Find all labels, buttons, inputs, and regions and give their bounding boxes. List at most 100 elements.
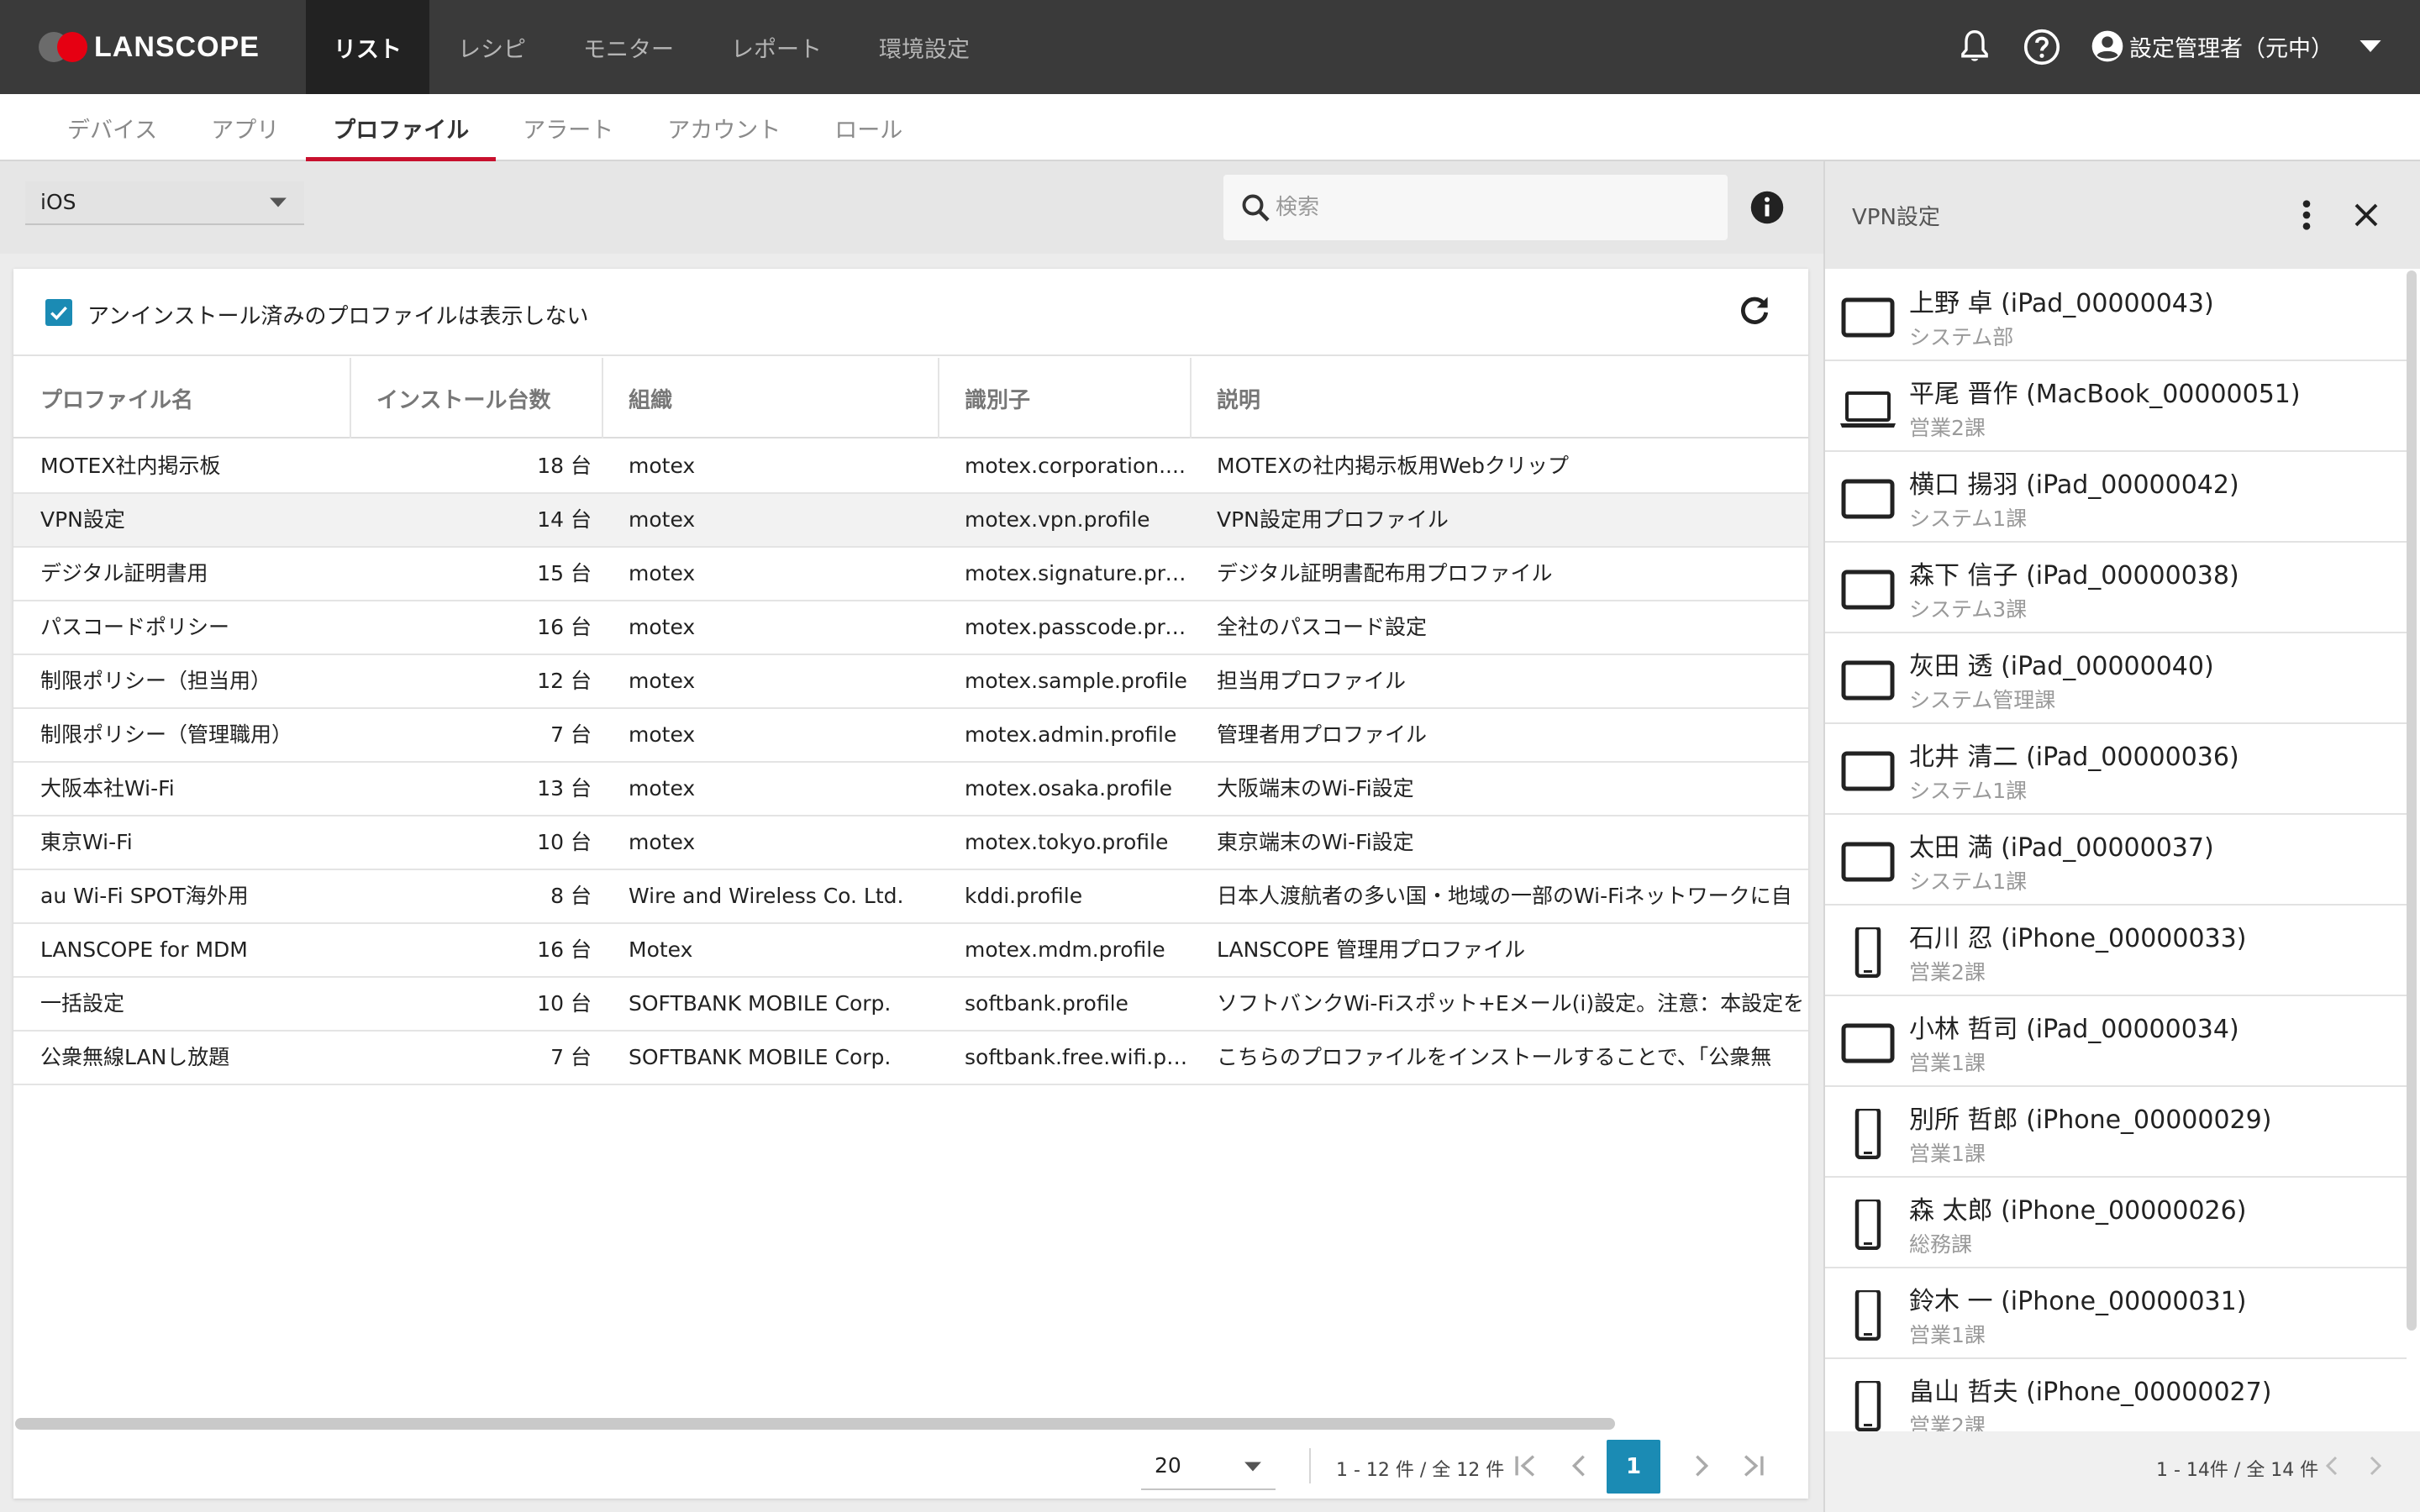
tablet-icon — [1839, 292, 1897, 343]
table-row[interactable]: VPN設定 14 台 motex motex.vpn.profile VPN設定用プロフ… — [13, 494, 1808, 548]
lanscope-logo[interactable]: LANSCOPE — [39, 29, 260, 66]
sub-nav-tab[interactable]: アラート — [496, 94, 640, 161]
device-department: 営業2課 — [1909, 416, 1986, 440]
cell-organization: SOFTBANK MOBILE Corp. — [629, 991, 892, 1016]
cell-identifier: motex.sample.profile — [965, 669, 1187, 693]
device-list-item[interactable]: 横口 揚羽 (iPad_00000042) システム1課 — [1825, 452, 2407, 543]
account-circle-icon — [2091, 30, 2123, 62]
device-list-item[interactable]: 別所 哲郎 (iPhone_00000029) 営業1課 — [1825, 1087, 2407, 1178]
refresh-icon[interactable] — [1736, 292, 1773, 329]
column-header-profile-name[interactable]: プロファイル名 — [13, 358, 193, 438]
hide-uninstalled-checkbox[interactable] — [45, 299, 72, 326]
device-department: システム1課 — [1909, 869, 2028, 894]
smartphone-icon — [1839, 1197, 1897, 1251]
help-icon[interactable] — [2023, 29, 2060, 66]
sub-nav-tab[interactable]: アプリ — [184, 94, 306, 161]
user-menu[interactable]: 設定管理者（元中） — [2091, 25, 2382, 67]
cell-organization: motex — [629, 722, 696, 747]
table-row[interactable]: 公衆無線LANし放題 7 台 SOFTBANK MOBILE Corp. softba… — [13, 1032, 1808, 1085]
device-name: 横口 揚羽 (iPad_00000042) — [1909, 470, 2239, 500]
top-nav-item[interactable]: レポート — [702, 0, 850, 94]
device-list-item[interactable]: 北井 清二 (iPad_00000036) システム1課 — [1825, 724, 2407, 815]
hide-uninstalled-label: アンインストール済みのプロファイルは表示しない — [87, 304, 589, 329]
table-body: MOTEX社内掲示板 18 台 motex motex.corporation....… — [13, 440, 1808, 1085]
more-vert-icon[interactable] — [2301, 198, 2312, 232]
current-page-button[interactable]: 1 — [1607, 1440, 1660, 1494]
sub-nav: デバイス アプリ プロファイル アラート アカウント ロール — [0, 94, 2420, 161]
pager-range-text: 1 - 12 件 / 全 12 件 — [1336, 1460, 1505, 1481]
table-row[interactable]: 制限ポリシー（担当用） 12 台 motex motex.sample.profile… — [13, 655, 1808, 709]
profile-list-card: アンインストール済みのプロファイルは表示しない プロファイル名 インストール台数… — [13, 269, 1808, 1499]
device-list-item[interactable]: 鈴木 一 (iPhone_00000031) 営業1課 — [1825, 1268, 2407, 1359]
smartphone-icon — [1839, 925, 1897, 979]
sub-nav-tab[interactable]: プロファイル — [306, 94, 497, 161]
cell-organization: motex — [629, 507, 696, 532]
device-list-item[interactable]: 灰田 透 (iPad_00000040) システム管理課 — [1825, 633, 2407, 724]
smartphone-icon — [1839, 1106, 1897, 1160]
cell-identifier: motex.corporation.... — [965, 454, 1186, 478]
chevron-down-icon[interactable] — [2359, 38, 2382, 55]
column-header-identifier[interactable]: 識別子 — [938, 358, 1030, 438]
per-page-select[interactable]: 20 — [1141, 1441, 1276, 1490]
device-list-item[interactable]: 石川 忍 (iPhone_00000033) 営業2課 — [1825, 906, 2407, 996]
first-page-icon[interactable] — [1511, 1452, 1539, 1480]
cell-profile-name: デジタル証明書用 — [40, 561, 208, 585]
cell-identifier: motex.admin.profile — [965, 722, 1177, 747]
cell-install-count: 12 台 — [537, 669, 592, 693]
cell-organization: motex — [629, 830, 696, 854]
table-row[interactable]: デジタル証明書用 15 台 motex motex.signature.pro... デ… — [13, 548, 1808, 601]
notification-bell-icon[interactable] — [1958, 29, 1991, 66]
column-header-description[interactable]: 説明 — [1190, 358, 1260, 438]
close-icon[interactable] — [2351, 200, 2381, 230]
horizontal-scrollbar[interactable] — [15, 1418, 1615, 1430]
sub-nav-tab[interactable]: ロール — [808, 94, 929, 161]
device-name: 小林 哲司 (iPad_00000034) — [1909, 1015, 2239, 1044]
device-list-item[interactable]: 上野 卓 (iPad_00000043) システム部 — [1825, 270, 2407, 361]
cell-install-count: 7 台 — [550, 1045, 592, 1069]
top-nav-item[interactable]: レシピ — [429, 0, 555, 94]
previous-page-icon[interactable] — [1565, 1452, 1593, 1480]
cell-identifier: motex.tokyo.profile — [965, 830, 1169, 854]
os-select[interactable]: iOS — [25, 181, 304, 225]
top-nav-item[interactable]: 環境設定 — [850, 0, 998, 94]
search-input[interactable] — [1276, 190, 1712, 225]
table-row[interactable]: 一括設定 10 台 SOFTBANK MOBILE Corp. softbank.pr… — [13, 978, 1808, 1032]
device-list-item[interactable]: 小林 哲司 (iPad_00000034) 営業1課 — [1825, 996, 2407, 1087]
sub-nav-tab[interactable]: アカウント — [640, 94, 808, 161]
panel-header: VPN設定 — [1825, 161, 2420, 269]
next-page-icon[interactable] — [1687, 1452, 1716, 1480]
cell-description: ソフトバンクWi-Fiスポット+Eメール(i)設定。注意：本設定を — [1217, 991, 1805, 1016]
table-row[interactable]: au Wi-Fi SPOT海外用 8 台 Wire and Wireless Co.… — [13, 870, 1808, 924]
device-list-item[interactable]: 森下 信子 (iPad_00000038) システム3課 — [1825, 543, 2407, 633]
device-name: 石川 忍 (iPhone_00000033) — [1909, 924, 2247, 953]
next-page-icon[interactable] — [2363, 1453, 2388, 1478]
device-list-item[interactable]: 太田 満 (iPad_00000037) システム1課 — [1825, 815, 2407, 906]
table-row[interactable]: 制限ポリシー（管理職用） 7 台 motex motex.admin.profile 管… — [13, 709, 1808, 763]
table-row[interactable]: 大阪本社Wi-Fi 13 台 motex motex.osaka.profile 大阪端… — [13, 763, 1808, 816]
panel-footer: 1 - 14件 / 全 14 件 — [1825, 1431, 2420, 1512]
table-row[interactable]: 東京Wi-Fi 10 台 motex motex.tokyo.profile 東京端末の… — [13, 816, 1808, 870]
cell-identifier: motex.mdm.profile — [965, 937, 1165, 962]
previous-page-icon[interactable] — [2319, 1453, 2344, 1478]
top-nav-item[interactable]: モニター — [555, 0, 702, 94]
device-list-item[interactable]: 森 太郎 (iPhone_00000026) 総務課 — [1825, 1178, 2407, 1268]
cell-organization: motex — [629, 615, 696, 639]
vertical-scrollbar[interactable] — [2407, 270, 2417, 1331]
last-page-icon[interactable] — [1739, 1452, 1768, 1480]
device-department: 総務課 — [1909, 1232, 1973, 1257]
device-name: 平尾 晋作 (MacBook_00000051) — [1909, 380, 2301, 409]
tablet-icon — [1839, 655, 1897, 706]
info-icon[interactable] — [1749, 190, 1785, 225]
sub-nav-tab[interactable]: デバイス — [40, 94, 184, 161]
table-row[interactable]: パスコードポリシー 16 台 motex motex.passcode.pro... 全… — [13, 601, 1808, 655]
cell-install-count: 14 台 — [537, 507, 592, 532]
cell-profile-name: LANSCOPE for MDM — [40, 937, 248, 962]
top-nav-item[interactable]: リスト — [306, 0, 429, 94]
table-row[interactable]: MOTEX社内掲示板 18 台 motex motex.corporation....… — [13, 440, 1808, 494]
cell-organization: Wire and Wireless Co. Ltd. — [629, 884, 904, 908]
column-header-install-count[interactable]: インストール台数 — [350, 358, 550, 438]
search-box[interactable] — [1223, 175, 1728, 240]
column-header-organization[interactable]: 組織 — [602, 358, 672, 438]
table-row[interactable]: LANSCOPE for MDM 16 台 Motex motex.mdm.profi… — [13, 924, 1808, 978]
device-list-item[interactable]: 平尾 晋作 (MacBook_00000051) 営業2課 — [1825, 361, 2407, 452]
